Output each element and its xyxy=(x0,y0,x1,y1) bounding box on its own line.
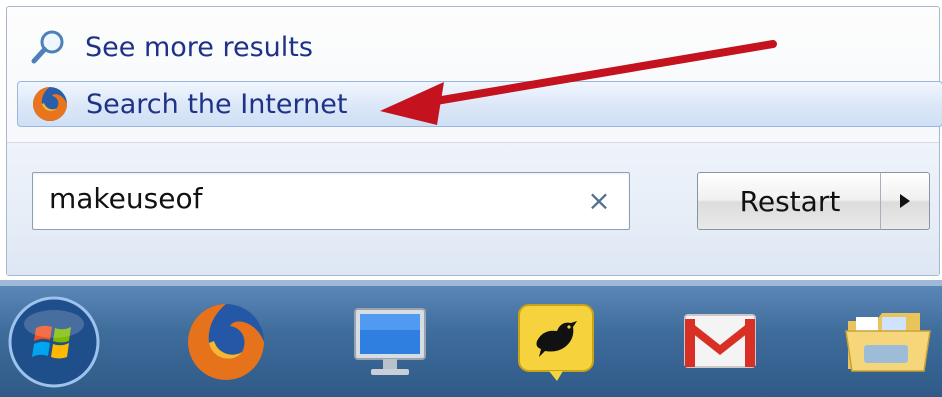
search-results-area: See more results Search the Internet xyxy=(7,7,942,142)
start-orb-icon[interactable] xyxy=(6,294,102,390)
search-the-internet-item[interactable]: Search the Internet xyxy=(17,81,942,127)
restart-button-label: Restart xyxy=(739,184,841,218)
see-more-results-label: See more results xyxy=(85,31,313,63)
gmail-icon[interactable] xyxy=(672,294,768,390)
restart-button[interactable]: Restart xyxy=(697,172,883,230)
firefox-icon xyxy=(28,82,72,126)
power-options-button[interactable] xyxy=(880,172,930,230)
firefox-taskbar-icon[interactable] xyxy=(178,294,274,390)
search-input-value: makeuseof xyxy=(49,182,203,215)
computer-monitor-icon[interactable] xyxy=(342,294,438,390)
folder-icon[interactable] xyxy=(840,294,936,390)
start-search-input[interactable]: makeuseof × xyxy=(32,172,630,230)
taskbar xyxy=(0,286,942,397)
start-menu-panel: See more results Search the Internet xyxy=(6,6,942,276)
chevron-right-icon xyxy=(900,194,910,208)
magnifier-icon xyxy=(27,25,71,69)
search-the-internet-label: Search the Internet xyxy=(86,88,348,120)
see-more-results-item[interactable]: See more results xyxy=(17,25,941,69)
clear-search-icon[interactable]: × xyxy=(583,185,615,217)
twitter-bird-icon[interactable] xyxy=(508,294,604,390)
